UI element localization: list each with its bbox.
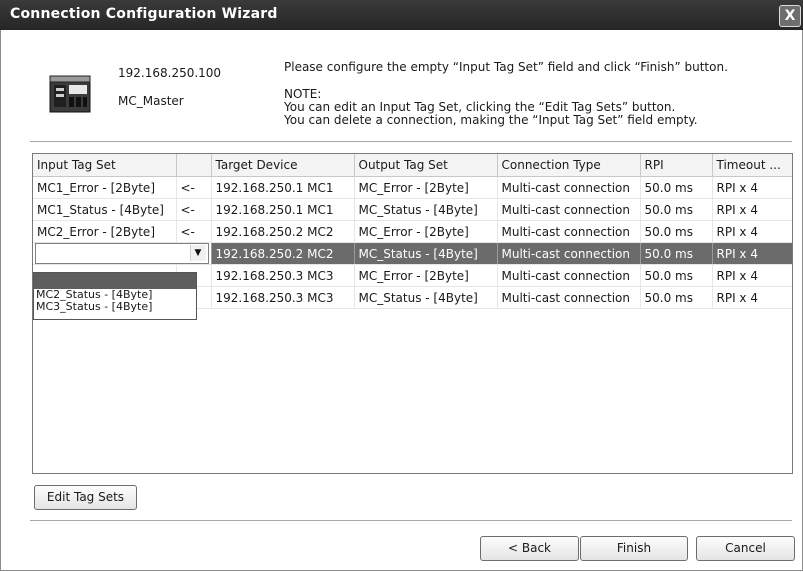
cell-connection-type: Multi-cast connection [497, 242, 641, 265]
cell-input-tag-set[interactable]: MC1_Status - [4Byte] [33, 198, 177, 221]
cell-direction: <- [176, 176, 212, 199]
dropdown-option[interactable]: MC3_Status - [4Byte] [34, 301, 196, 313]
device-name-label: MC_Master [118, 94, 184, 108]
cell-output-tag-set: MC_Error - [2Byte] [354, 176, 498, 199]
cell-target-device: 192.168.250.1 MC1 [211, 198, 355, 221]
cell-input-tag-set[interactable]: MC2_Error - [2Byte] [33, 220, 177, 243]
table-row-selected[interactable]: ▼ 192.168.250.2 MC2 MC_Status - [4Byte] … [33, 242, 792, 265]
table-row[interactable]: MC1_Status - [4Byte] <- 192.168.250.1 MC… [33, 198, 792, 221]
cell-output-tag-set: MC_Status - [4Byte] [354, 242, 498, 265]
column-header-timeout[interactable]: Timeout ... [712, 154, 792, 177]
input-tag-set-dropdown-list[interactable]: MC2_Status - [4Byte] MC3_Status - [4Byte… [33, 272, 197, 320]
cell-timeout: RPI x 4 [712, 220, 792, 243]
cell-target-device: 192.168.250.3 MC3 [211, 264, 355, 287]
cell-output-tag-set: MC_Status - [4Byte] [354, 286, 498, 309]
cell-target-device: 192.168.250.2 MC2 [211, 220, 355, 243]
edit-tag-sets-button[interactable]: Edit Tag Sets [34, 485, 137, 510]
plc-controller-icon [49, 75, 91, 113]
column-header-output-tag-set[interactable]: Output Tag Set [354, 154, 498, 177]
input-tag-set-combobox[interactable]: ▼ [35, 243, 209, 264]
table-header-row: Input Tag Set Target Device Output Tag S… [33, 154, 792, 177]
cell-connection-type: Multi-cast connection [497, 220, 641, 243]
cell-connection-type: Multi-cast connection [497, 286, 641, 309]
title-bar: Connection Configuration Wizard X [0, 0, 803, 30]
instruction-text: Please configure the empty “Input Tag Se… [284, 60, 728, 74]
column-header-connection-type[interactable]: Connection Type [497, 154, 641, 177]
finish-button[interactable]: Finish [580, 536, 688, 561]
cell-rpi: 50.0 ms [640, 176, 713, 199]
column-header-input-tag-set[interactable]: Input Tag Set [33, 154, 177, 177]
cell-output-tag-set: MC_Error - [2Byte] [354, 264, 498, 287]
cell-timeout: RPI x 4 [712, 176, 792, 199]
cell-input-tag-set[interactable]: MC1_Error - [2Byte] [33, 176, 177, 199]
cell-rpi: 50.0 ms [640, 220, 713, 243]
back-button[interactable]: < Back [480, 536, 579, 561]
cell-connection-type: Multi-cast connection [497, 198, 641, 221]
cell-output-tag-set: MC_Error - [2Byte] [354, 220, 498, 243]
cancel-button[interactable]: Cancel [696, 536, 795, 561]
cell-rpi: 50.0 ms [640, 242, 713, 265]
window-title: Connection Configuration Wizard [10, 6, 278, 22]
cell-connection-type: Multi-cast connection [497, 264, 641, 287]
cell-rpi: 50.0 ms [640, 264, 713, 287]
cell-timeout: RPI x 4 [712, 286, 792, 309]
input-tag-set-combobox-cell[interactable]: ▼ [33, 242, 212, 265]
table-row[interactable]: MC2_Error - [2Byte] <- 192.168.250.2 MC2… [33, 220, 792, 243]
footer-divider [30, 520, 792, 522]
cell-timeout: RPI x 4 [712, 198, 792, 221]
dropdown-highlight-empty-option[interactable] [34, 273, 196, 289]
cell-timeout: RPI x 4 [712, 264, 792, 287]
cell-connection-type: Multi-cast connection [497, 176, 641, 199]
cell-rpi: 50.0 ms [640, 198, 713, 221]
column-header-target-device[interactable]: Target Device [211, 154, 355, 177]
cell-timeout: RPI x 4 [712, 242, 792, 265]
note-text: NOTE: You can edit an Input Tag Set, cli… [284, 88, 698, 127]
cell-target-device: 192.168.250.1 MC1 [211, 176, 355, 199]
close-icon[interactable]: X [779, 5, 801, 27]
table-row[interactable]: MC1_Error - [2Byte] <- 192.168.250.1 MC1… [33, 176, 792, 199]
column-header-rpi[interactable]: RPI [640, 154, 713, 177]
cell-rpi: 50.0 ms [640, 286, 713, 309]
device-ip-label: 192.168.250.100 [118, 66, 222, 80]
cell-output-tag-set: MC_Status - [4Byte] [354, 198, 498, 221]
column-header-direction[interactable] [176, 154, 212, 177]
header-divider [30, 141, 792, 143]
cell-target-device: 192.168.250.2 MC2 [211, 242, 355, 265]
cell-direction: <- [176, 220, 212, 243]
chevron-down-icon[interactable]: ▼ [189, 245, 206, 261]
cell-direction: <- [176, 198, 212, 221]
cell-target-device: 192.168.250.3 MC3 [211, 286, 355, 309]
note-line-delete: You can delete a connection, making the … [284, 113, 698, 127]
